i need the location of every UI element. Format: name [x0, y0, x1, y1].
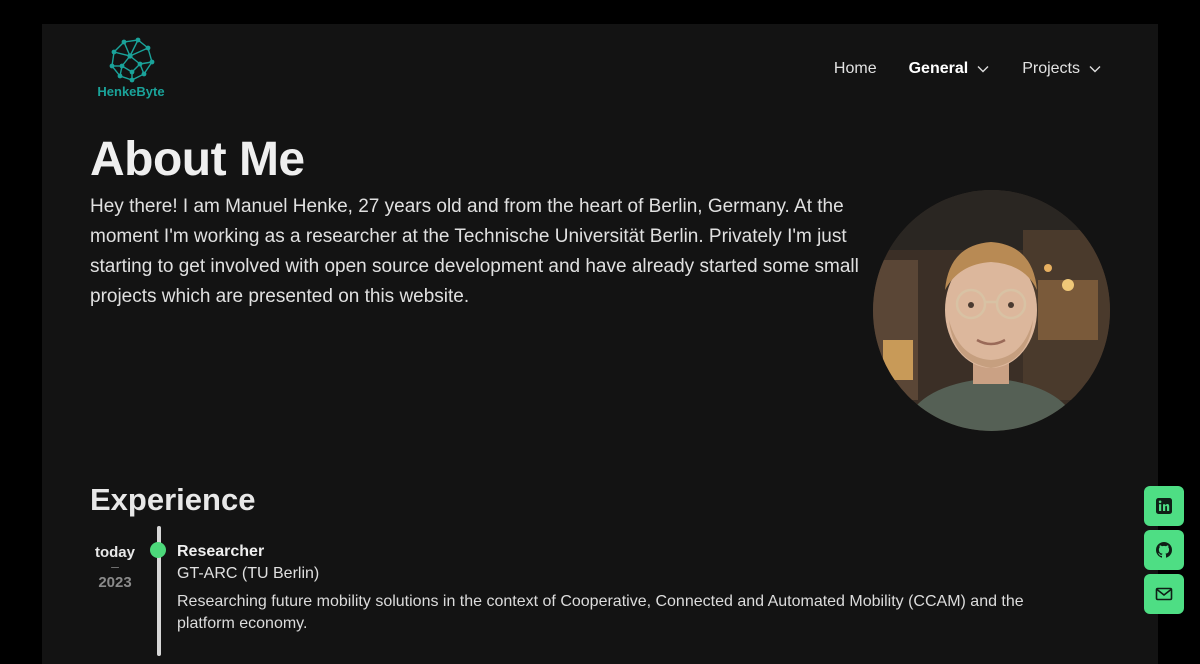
nav-projects[interactable]: Projects — [1022, 60, 1102, 78]
nav-general[interactable]: General — [909, 60, 991, 78]
brand-name: HenkeByte — [97, 84, 165, 99]
github-icon — [1155, 542, 1173, 558]
about-text: Hey there! I am Manuel Henke, 27 years o… — [90, 196, 859, 307]
nav-projects-label: Projects — [1022, 60, 1080, 77]
profile-photo — [873, 190, 1110, 431]
mail-icon — [1155, 587, 1173, 601]
page-panel: HenkeByte Home General Projects About Me… — [42, 24, 1158, 664]
github-button[interactable] — [1144, 530, 1184, 570]
profile-portrait-image — [873, 190, 1110, 431]
linkedin-icon — [1156, 498, 1172, 514]
chevron-down-icon — [977, 66, 989, 73]
email-button[interactable] — [1144, 574, 1184, 614]
experience-period: today – 2023 — [88, 544, 142, 591]
main-nav: Home General Projects — [834, 60, 1102, 78]
experience-description: Researching future mobility solutions in… — [177, 593, 1024, 632]
nav-home-label: Home — [833, 60, 877, 77]
chevron-down-icon — [1089, 66, 1101, 73]
page-title: About Me — [90, 133, 305, 186]
period-dash: – — [111, 558, 119, 574]
experience-organization: GT-ARC (TU Berlin) — [177, 565, 320, 582]
experience-title: Experience — [90, 482, 256, 517]
period-to: 2023 — [98, 574, 132, 591]
nav-home[interactable]: Home — [834, 60, 877, 78]
experience-role: Researcher — [177, 543, 265, 560]
nav-general-label: General — [908, 60, 969, 77]
linkedin-button[interactable] — [1144, 486, 1184, 526]
network-brain-icon — [109, 37, 155, 83]
experience-entry: Researcher GT-ARC (TU Berlin) Researchin… — [177, 542, 1077, 635]
brand-logo[interactable]: HenkeByte — [94, 36, 168, 102]
timeline-dot — [150, 542, 166, 558]
